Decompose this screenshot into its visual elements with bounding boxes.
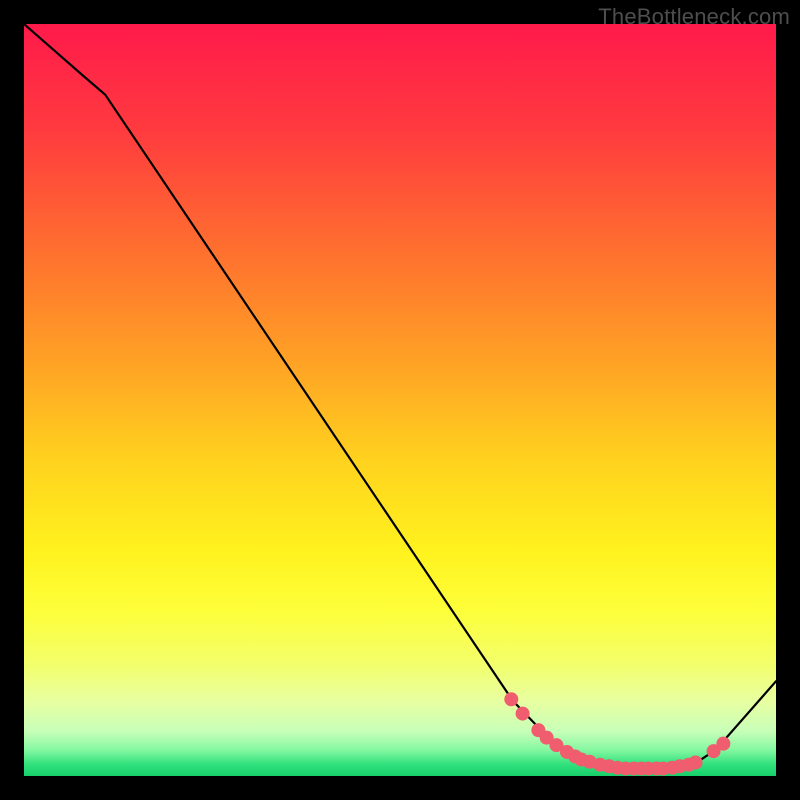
marker-dot: [516, 707, 530, 721]
chart-svg: [24, 24, 776, 776]
watermark-text: TheBottleneck.com: [598, 4, 790, 30]
gradient-background: [24, 24, 776, 776]
marker-dot: [716, 737, 730, 751]
plot-area: [24, 24, 776, 776]
chart-frame: TheBottleneck.com: [0, 0, 800, 800]
marker-dot: [504, 692, 518, 706]
marker-dot: [689, 755, 703, 769]
